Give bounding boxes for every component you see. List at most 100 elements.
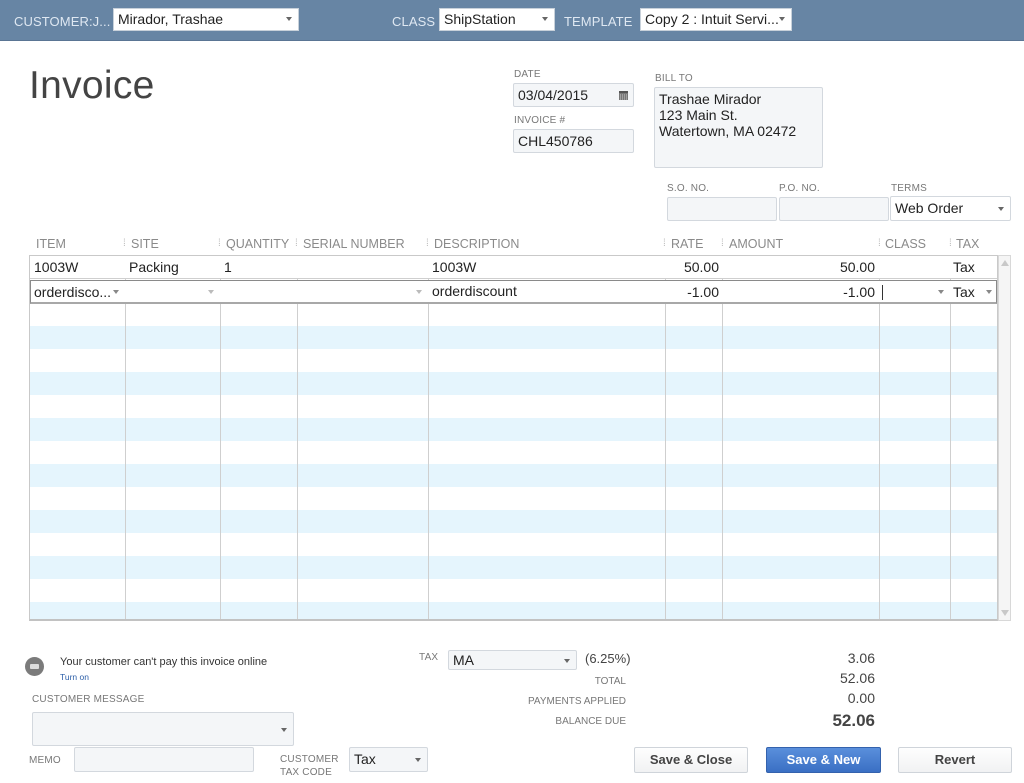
cell-amount[interactable]: -1.00 bbox=[723, 284, 875, 300]
turn-on-online-payment-link[interactable]: Turn on bbox=[60, 672, 89, 682]
bill-to-address-field[interactable]: Trashae Mirador 123 Main St. Watertown, … bbox=[654, 87, 823, 168]
online-payment-message: Your customer can't pay this invoice onl… bbox=[60, 656, 268, 668]
cell-rate[interactable]: 50.00 bbox=[666, 259, 719, 275]
chevron-down-icon[interactable] bbox=[416, 290, 422, 294]
column-resize-handle[interactable]: ⁞ bbox=[663, 238, 666, 249]
column-resize-handle[interactable]: ⁞ bbox=[721, 238, 724, 249]
tax-label: TAX bbox=[419, 652, 439, 663]
column-header-amount[interactable]: AMOUNT bbox=[729, 237, 783, 251]
column-header-description[interactable]: DESCRIPTION bbox=[434, 237, 519, 251]
column-resize-handle[interactable]: ⁞ bbox=[218, 238, 221, 249]
total-amount: 52.06 bbox=[839, 670, 875, 686]
column-header-class[interactable]: CLASS bbox=[885, 237, 926, 251]
chevron-down-icon[interactable] bbox=[938, 290, 944, 294]
so-number-label: S.O. NO. bbox=[667, 183, 710, 194]
customer-tax-code-dropdown[interactable]: Tax bbox=[349, 747, 428, 772]
revert-button[interactable]: Revert bbox=[898, 747, 1012, 773]
column-resize-handle[interactable]: ⁞ bbox=[426, 238, 429, 249]
grid-empty-row-stripe bbox=[30, 510, 997, 533]
bill-to-label: BILL TO bbox=[655, 73, 693, 84]
po-number-field[interactable] bbox=[779, 197, 889, 221]
invoice-number-label: INVOICE # bbox=[514, 115, 566, 126]
grid-scrollbar[interactable] bbox=[998, 255, 1011, 621]
chevron-down-icon bbox=[564, 659, 570, 663]
cell-rate[interactable]: -1.00 bbox=[666, 284, 719, 300]
payments-applied-label: PAYMENTS APPLIED bbox=[528, 696, 626, 707]
balance-due-label: BALANCE DUE bbox=[555, 716, 626, 727]
column-divider bbox=[428, 256, 429, 619]
memo-field[interactable] bbox=[74, 747, 254, 772]
so-number-field[interactable] bbox=[667, 197, 777, 221]
customer-message-dropdown[interactable] bbox=[32, 712, 294, 746]
customer-job-label: CUSTOMER:J... bbox=[14, 14, 111, 29]
cell-description[interactable]: 1003W bbox=[432, 259, 476, 275]
column-resize-handle[interactable]: ⁞ bbox=[949, 238, 952, 249]
column-divider bbox=[665, 256, 666, 619]
column-header-rate[interactable]: RATE bbox=[671, 237, 703, 251]
column-divider bbox=[297, 256, 298, 619]
item-grid-header: ITEM ⁞ SITE ⁞ QUANTITY ⁞ SERIAL NUMBER ⁞… bbox=[0, 237, 1024, 253]
customer-tax-code-label-line1: CUSTOMER bbox=[280, 754, 339, 765]
column-header-item[interactable]: ITEM bbox=[36, 237, 66, 251]
total-label: TOTAL bbox=[594, 676, 626, 687]
column-resize-handle[interactable]: ⁞ bbox=[878, 238, 881, 249]
calendar-icon[interactable] bbox=[619, 91, 628, 100]
grid-empty-row-stripe bbox=[30, 464, 997, 487]
class-label: CLASS bbox=[392, 14, 436, 29]
class-dropdown[interactable]: ShipStation bbox=[439, 8, 555, 31]
date-value: 03/04/2015 bbox=[518, 87, 589, 103]
chevron-down-icon[interactable] bbox=[208, 290, 214, 294]
memo-label: MEMO bbox=[29, 755, 61, 766]
cell-description[interactable]: orderdiscount bbox=[432, 283, 517, 299]
item-grid[interactable]: 1003W Packing 1 1003W 50.00 50.00 Tax or… bbox=[29, 255, 998, 621]
cell-amount[interactable]: 50.00 bbox=[723, 259, 875, 275]
bill-to-line: 123 Main St. bbox=[659, 107, 738, 123]
customer-tax-code-label-line2: TAX CODE bbox=[280, 767, 332, 778]
scroll-down-arrow-icon[interactable] bbox=[1001, 610, 1009, 616]
cell-tax[interactable]: Tax bbox=[953, 259, 975, 275]
invoice-number-field[interactable]: CHL450786 bbox=[513, 129, 634, 153]
chevron-down-icon bbox=[281, 728, 287, 732]
cell-tax[interactable]: Tax bbox=[953, 284, 975, 300]
cell-quantity[interactable]: 1 bbox=[224, 259, 232, 275]
cell-site[interactable]: Packing bbox=[129, 259, 179, 275]
payments-applied-amount: 0.00 bbox=[847, 690, 875, 706]
grid-empty-row-stripe bbox=[30, 372, 997, 395]
chevron-down-icon[interactable] bbox=[986, 290, 992, 294]
customer-job-dropdown[interactable]: Mirador, Trashae bbox=[113, 8, 299, 31]
terms-dropdown[interactable]: Web Order bbox=[890, 196, 1011, 221]
template-dropdown[interactable]: Copy 2 : Intuit Servi... bbox=[640, 8, 792, 31]
column-header-serial-number[interactable]: SERIAL NUMBER bbox=[303, 237, 405, 251]
cell-item[interactable]: 1003W bbox=[34, 259, 78, 275]
column-header-site[interactable]: SITE bbox=[131, 237, 159, 251]
column-divider bbox=[879, 256, 880, 619]
customer-tax-code-value: Tax bbox=[354, 751, 376, 767]
column-divider bbox=[722, 256, 723, 619]
cell-item[interactable]: orderdisco... bbox=[34, 284, 111, 300]
tax-item-dropdown[interactable]: MA bbox=[448, 650, 577, 670]
template-value: Copy 2 : Intuit Servi... bbox=[645, 11, 779, 27]
customer-message-label: CUSTOMER MESSAGE bbox=[32, 694, 145, 705]
class-value: ShipStation bbox=[444, 11, 516, 27]
column-divider bbox=[125, 256, 126, 619]
scroll-up-arrow-icon[interactable] bbox=[1001, 260, 1009, 266]
payment-card-icon bbox=[25, 657, 44, 676]
date-field[interactable]: 03/04/2015 bbox=[513, 83, 634, 107]
table-row[interactable]: 1003W Packing 1 1003W 50.00 50.00 Tax bbox=[30, 256, 997, 279]
column-resize-handle[interactable]: ⁞ bbox=[123, 238, 126, 249]
chevron-down-icon[interactable] bbox=[113, 290, 119, 294]
column-divider bbox=[220, 256, 221, 619]
column-header-quantity[interactable]: QUANTITY bbox=[226, 237, 289, 251]
column-resize-handle[interactable]: ⁞ bbox=[295, 238, 298, 249]
terms-value: Web Order bbox=[895, 200, 964, 216]
save-and-close-button[interactable]: Save & Close bbox=[634, 747, 748, 773]
grid-empty-row-stripe bbox=[30, 326, 997, 349]
page-title: Invoice bbox=[29, 64, 155, 107]
bill-to-line: Watertown, MA 02472 bbox=[659, 123, 797, 139]
balance-due-amount: 52.06 bbox=[832, 711, 875, 730]
tax-item-value: MA bbox=[453, 652, 474, 668]
bill-to-line: Trashae Mirador bbox=[659, 91, 762, 107]
column-header-tax[interactable]: TAX bbox=[956, 237, 979, 251]
table-row-selected[interactable]: orderdisco... orderdiscount -1.00 -1.00 … bbox=[30, 280, 997, 304]
save-and-new-button[interactable]: Save & New bbox=[766, 747, 881, 773]
